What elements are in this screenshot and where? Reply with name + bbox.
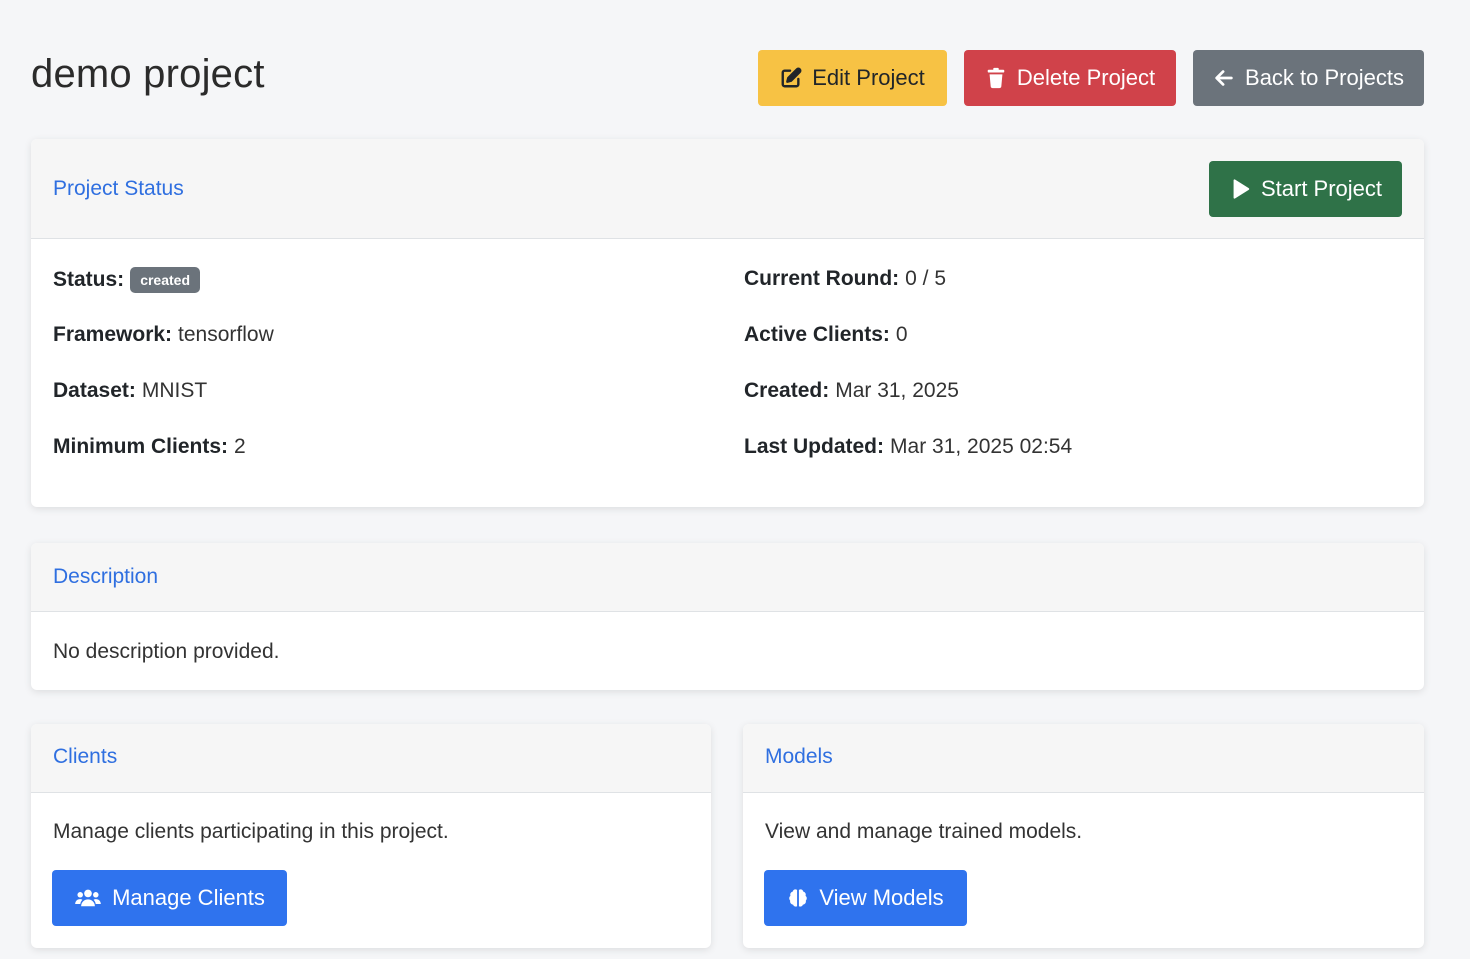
delete-project-button[interactable]: Delete Project xyxy=(964,50,1176,106)
framework-row: Framework: tensorflow xyxy=(53,323,274,347)
minimum-clients-value: 2 xyxy=(234,435,246,458)
edit-icon xyxy=(780,67,802,89)
models-title: Models xyxy=(765,745,833,768)
last-updated-label: Last Updated: xyxy=(744,435,885,458)
created-row: Created: Mar 31, 2025 xyxy=(744,379,959,403)
arrow-left-icon xyxy=(1213,67,1235,89)
clients-header: Clients xyxy=(31,724,711,793)
page-title: demo project xyxy=(31,52,265,96)
description-card: Description No description provided. xyxy=(31,543,1424,690)
brain-icon xyxy=(787,887,809,909)
clients-title: Clients xyxy=(53,745,118,768)
delete-project-label: Delete Project xyxy=(1016,65,1156,90)
dataset-label: Dataset: xyxy=(53,379,136,402)
last-updated-row: Last Updated: Mar 31, 2025 02:54 xyxy=(744,435,1072,459)
minimum-clients-row: Minimum Clients: 2 xyxy=(53,435,246,459)
start-project-button[interactable]: Start Project xyxy=(1209,161,1402,217)
current-round-value: 0 / 5 xyxy=(905,267,947,290)
trash-icon xyxy=(985,67,1007,89)
active-clients-value: 0 xyxy=(895,323,908,346)
status-row: Status: created xyxy=(53,267,200,293)
models-card: Models View and manage trained models. V… xyxy=(743,724,1424,948)
project-status-header: Project Status Start Project xyxy=(31,139,1424,239)
framework-label: Framework: xyxy=(53,323,173,346)
status-badge: created xyxy=(130,267,200,293)
start-project-label: Start Project xyxy=(1260,176,1383,201)
view-models-label: View Models xyxy=(819,885,944,910)
users-icon xyxy=(74,887,102,909)
back-to-projects-button[interactable]: Back to Projects xyxy=(1193,50,1424,106)
active-clients-row: Active Clients: 0 xyxy=(744,323,908,347)
view-models-button[interactable]: View Models xyxy=(764,870,967,926)
description-header: Description xyxy=(31,543,1424,612)
manage-clients-button[interactable]: Manage Clients xyxy=(52,870,287,926)
project-status-card: Project Status Start Project Status: cre… xyxy=(31,139,1424,507)
models-description: View and manage trained models. xyxy=(765,820,1083,843)
edit-project-button[interactable]: Edit Project xyxy=(758,50,947,106)
framework-value: tensorflow xyxy=(178,323,274,346)
created-value: Mar 31, 2025 xyxy=(835,379,959,402)
clients-description: Manage clients participating in this pro… xyxy=(53,820,449,843)
last-updated-value: Mar 31, 2025 02:54 xyxy=(890,435,1073,458)
minimum-clients-label: Minimum Clients: xyxy=(53,435,229,458)
status-label: Status: xyxy=(53,268,125,291)
back-to-projects-label: Back to Projects xyxy=(1245,65,1404,90)
project-status-title: Project Status xyxy=(53,177,184,200)
manage-clients-label: Manage Clients xyxy=(112,885,265,910)
clients-card: Clients Manage clients participating in … xyxy=(31,724,711,948)
play-icon xyxy=(1229,178,1251,200)
dataset-value: MNIST xyxy=(141,379,208,402)
page-header: demo project Edit Project Delete Project xyxy=(31,50,1424,106)
current-round-row: Current Round: 0 / 5 xyxy=(744,267,946,291)
description-text: No description provided. xyxy=(53,640,280,663)
current-round-label: Current Round: xyxy=(744,267,900,290)
models-header: Models xyxy=(743,724,1424,793)
edit-project-label: Edit Project xyxy=(812,65,925,90)
project-page: demo project Edit Project Delete Project xyxy=(0,0,1470,959)
dataset-row: Dataset: MNIST xyxy=(53,379,207,403)
created-label: Created: xyxy=(744,379,830,402)
active-clients-label: Active Clients: xyxy=(744,323,890,346)
description-title: Description xyxy=(53,565,159,588)
